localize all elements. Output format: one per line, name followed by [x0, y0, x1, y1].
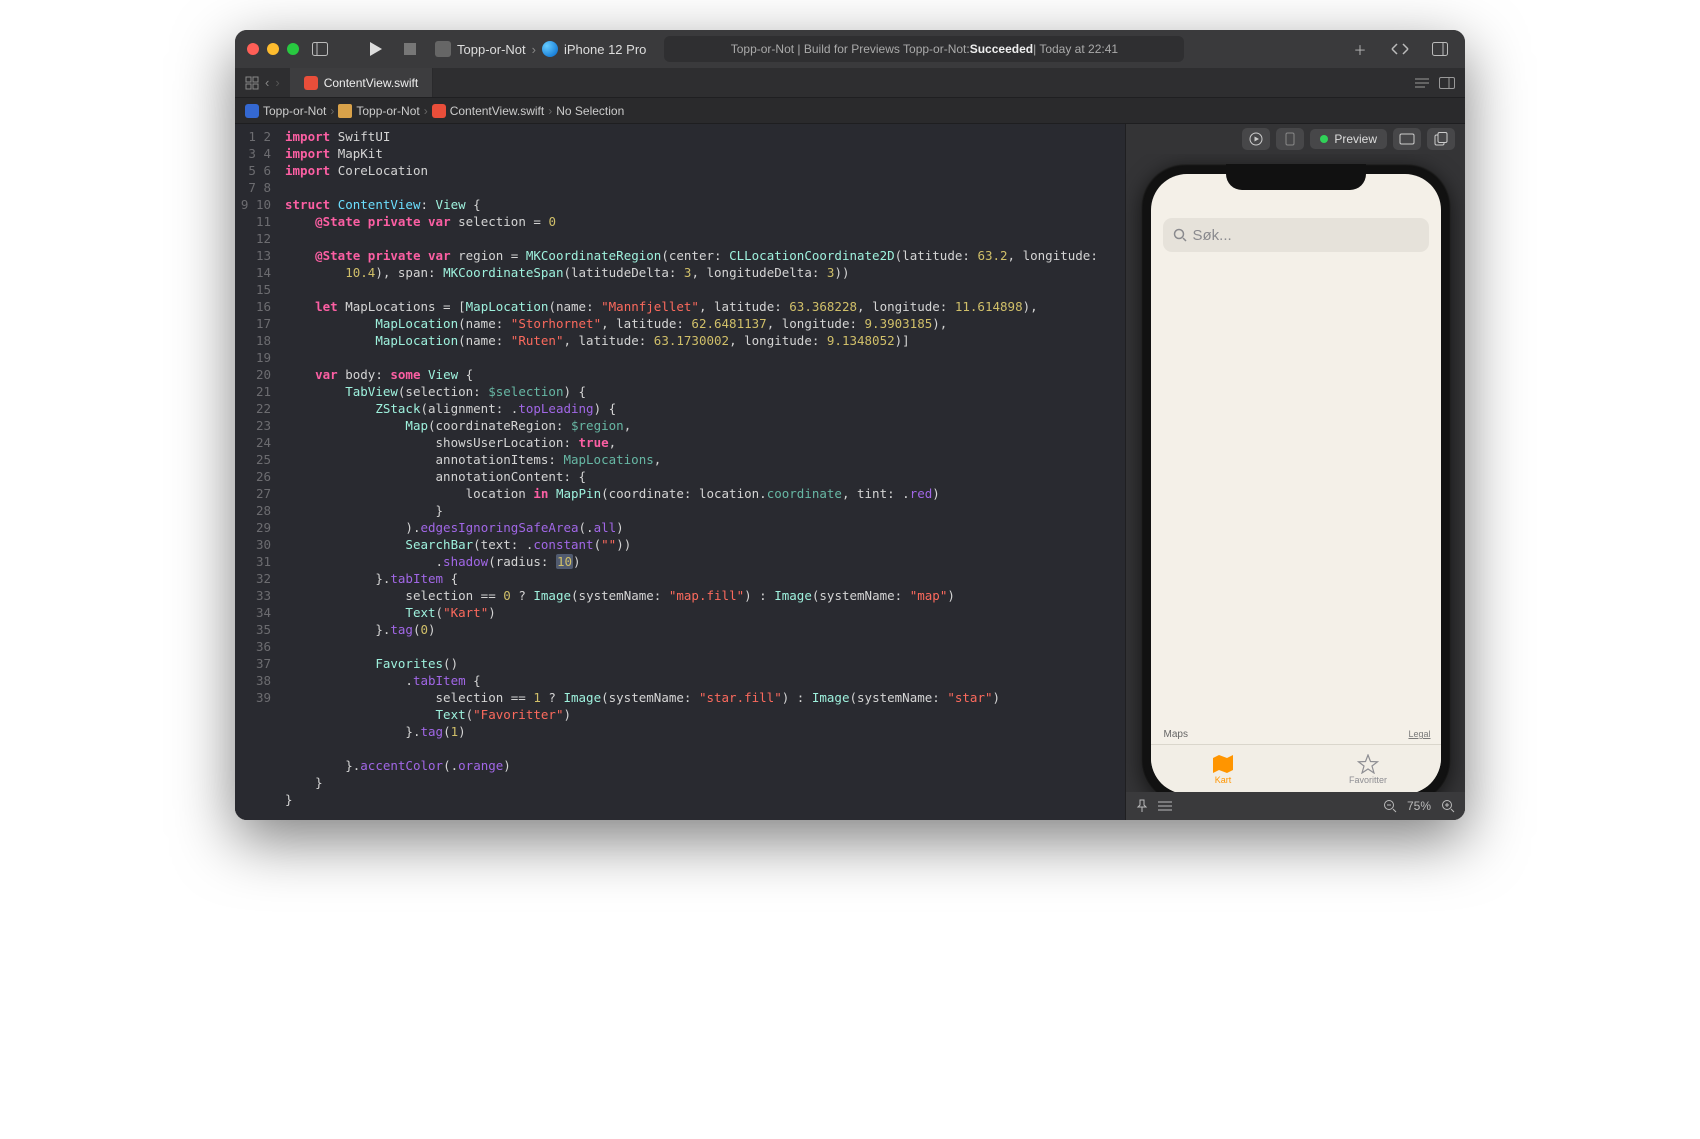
map-area[interactable]: [1151, 252, 1441, 724]
zoom-button[interactable]: [287, 43, 299, 55]
preview-on-device-icon[interactable]: [1276, 128, 1304, 150]
canvas-bottom-bar: 75%: [1126, 792, 1465, 820]
sidebar-toggle-icon[interactable]: [307, 36, 333, 62]
activity-status[interactable]: Topp-or-Not | Build for Previews Topp-or…: [664, 36, 1184, 62]
run-button[interactable]: [363, 36, 389, 62]
map-attribution: Maps Legal: [1151, 724, 1441, 744]
status-time: | Today at 22:41: [1033, 42, 1118, 56]
maps-brand: Maps: [1164, 729, 1188, 740]
device-settings-icon[interactable]: [1393, 128, 1421, 150]
file-tab[interactable]: ContentView.swift: [290, 68, 434, 97]
adjust-editor-icon[interactable]: [1439, 77, 1455, 89]
iphone-frame: Søk... Maps Legal Kart: [1141, 164, 1451, 792]
minimap-icon[interactable]: [1415, 77, 1429, 89]
swift-file-icon: [432, 104, 446, 118]
iphone-notch: [1226, 164, 1366, 190]
stop-button[interactable]: [397, 36, 423, 62]
search-icon: [1173, 228, 1187, 242]
live-preview-play-icon[interactable]: [1242, 128, 1270, 150]
titlebar: Topp-or-Not › iPhone 12 Pro Topp-or-Not …: [235, 30, 1465, 68]
back-button[interactable]: ‹: [265, 75, 269, 90]
swift-icon: [304, 76, 318, 90]
minimize-button[interactable]: [267, 43, 279, 55]
tab-bar: ‹ › ContentView.swift: [235, 68, 1465, 98]
zoom-in-icon[interactable]: [1441, 799, 1455, 813]
xcode-window: Topp-or-Not › iPhone 12 Pro Topp-or-Not …: [235, 30, 1465, 820]
scheme-selector[interactable]: Topp-or-Not › iPhone 12 Pro: [435, 41, 646, 57]
window-controls: [247, 43, 299, 55]
tab-favoritter[interactable]: Favoritter: [1296, 745, 1441, 792]
app-preview: Søk... Maps Legal Kart: [1151, 174, 1441, 792]
zoom-level[interactable]: 75%: [1407, 799, 1431, 813]
duplicate-preview-icon[interactable]: [1427, 128, 1455, 150]
globe-icon: [542, 41, 558, 57]
crumb-folder: Topp-or-Not: [356, 104, 419, 118]
code-content[interactable]: import SwiftUI import MapKit import Core…: [279, 124, 1125, 820]
canvas-menu-icon[interactable]: [1158, 801, 1172, 811]
zoom-out-icon[interactable]: [1383, 799, 1397, 813]
forward-button[interactable]: ›: [275, 75, 279, 90]
source-editor[interactable]: 1 2 3 4 5 6 7 8 9 10 11 12 13 14 15 16 1…: [235, 124, 1125, 820]
tab-kart-label: Kart: [1215, 775, 1232, 785]
crumb-file: ContentView.swift: [450, 104, 545, 118]
scheme-name: Topp-or-Not: [457, 42, 526, 57]
pin-preview-icon[interactable]: [1136, 799, 1148, 813]
inspector-toggle-icon[interactable]: [1427, 36, 1453, 62]
tab-favoritter-label: Favoritter: [1349, 775, 1387, 785]
search-placeholder: Søk...: [1193, 227, 1232, 244]
destination-name: iPhone 12 Pro: [564, 42, 646, 57]
app-icon: [435, 41, 451, 57]
status-result: Succeeded: [970, 42, 1033, 56]
code-review-icon[interactable]: [1387, 36, 1413, 62]
editor-area: 1 2 3 4 5 6 7 8 9 10 11 12 13 14 15 16 1…: [235, 124, 1465, 820]
add-button[interactable]: ＋: [1347, 36, 1373, 62]
status-dot-icon: [1320, 135, 1328, 143]
map-icon: [1212, 754, 1234, 774]
project-icon: [245, 104, 259, 118]
canvas-stage[interactable]: Søk... Maps Legal Kart: [1126, 154, 1465, 792]
preview-label: Preview: [1334, 132, 1377, 146]
file-tab-label: ContentView.swift: [324, 76, 419, 90]
crumb-project: Topp-or-Not: [263, 104, 326, 118]
line-gutter: 1 2 3 4 5 6 7 8 9 10 11 12 13 14 15 16 1…: [235, 124, 279, 820]
close-button[interactable]: [247, 43, 259, 55]
tab-bar-preview: Kart Favoritter: [1151, 744, 1441, 792]
preview-canvas: Preview Søk... Maps Legal: [1125, 124, 1465, 820]
jump-bar[interactable]: Topp-or-Not› Topp-or-Not› ContentView.sw…: [235, 98, 1465, 124]
crumb-selection: No Selection: [556, 104, 624, 118]
tab-kart[interactable]: Kart: [1151, 745, 1296, 792]
status-prefix: Topp-or-Not | Build for Previews Topp-or…: [731, 42, 970, 56]
canvas-toolbar: Preview: [1126, 124, 1465, 154]
preview-status[interactable]: Preview: [1310, 129, 1387, 149]
legal-link[interactable]: Legal: [1408, 729, 1430, 739]
search-bar[interactable]: Søk...: [1163, 218, 1429, 252]
folder-icon: [338, 104, 352, 118]
related-items-icon[interactable]: [245, 76, 259, 90]
star-icon: [1357, 754, 1379, 774]
